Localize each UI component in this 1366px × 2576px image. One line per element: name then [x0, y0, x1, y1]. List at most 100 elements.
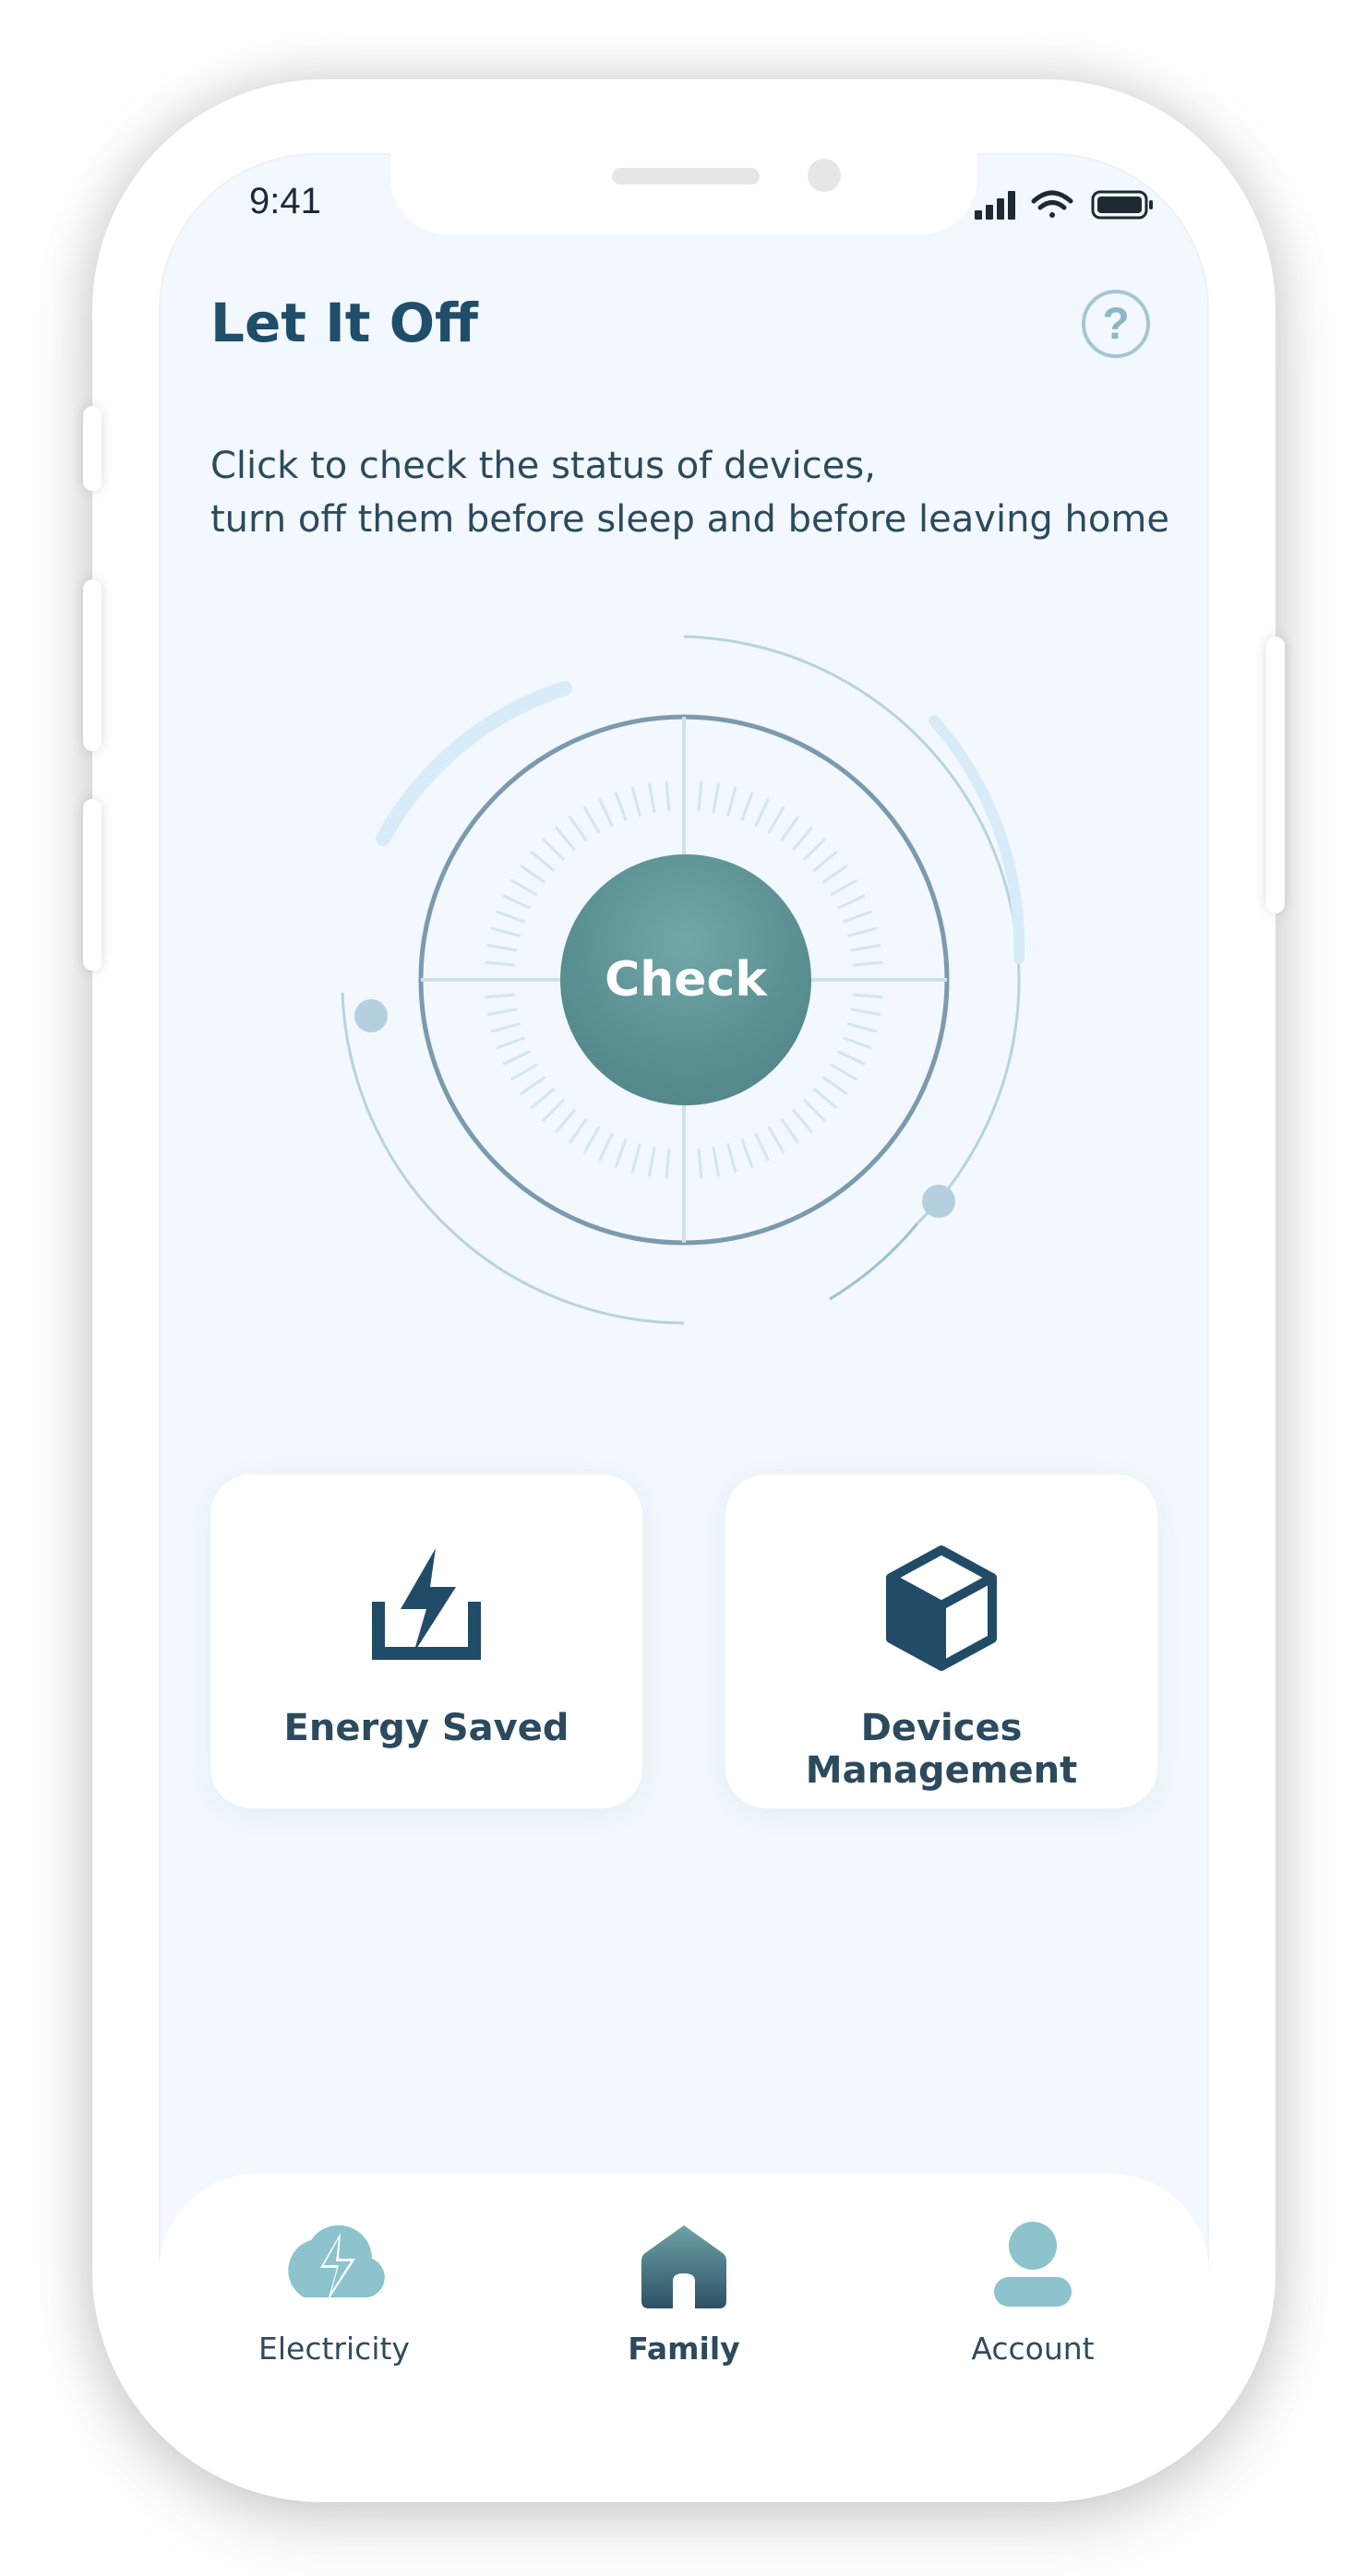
page-title: Let It Off — [210, 292, 478, 354]
page-description: Click to check the status of devices, tu… — [210, 439, 1169, 546]
devices-management-label: Devices Management — [805, 1707, 1078, 1792]
description-line-1: Click to check the status of devices, — [210, 445, 876, 487]
dial-tick — [583, 806, 600, 834]
dial-tick — [614, 1139, 628, 1168]
dial-tick — [490, 926, 521, 937]
dial-tick — [485, 960, 516, 967]
dial-tick — [555, 1109, 576, 1134]
dial-tick — [792, 1109, 813, 1134]
dial-tick — [768, 1126, 785, 1153]
status-time: 9:41 — [249, 181, 321, 221]
help-icon: ? — [1102, 299, 1130, 349]
dial-tick — [598, 1133, 614, 1162]
dial-tick — [726, 1143, 737, 1174]
dial-tick — [502, 894, 531, 910]
dial-tick — [530, 1088, 555, 1109]
dial-tick — [830, 1064, 857, 1080]
dial-tick — [542, 838, 565, 861]
dial-tick — [803, 1099, 826, 1122]
dial-tick — [569, 1118, 588, 1144]
dial-tick — [485, 993, 516, 999]
dial-tick — [803, 838, 826, 861]
dial-tick — [792, 826, 813, 851]
dial-tick — [837, 1050, 866, 1066]
dial-tick — [496, 910, 525, 924]
speaker — [612, 168, 760, 185]
battery-icon — [1091, 190, 1153, 220]
notch — [390, 153, 977, 234]
dial-tick — [569, 816, 588, 841]
dial-tick — [830, 879, 857, 896]
dial-tick — [813, 1088, 838, 1109]
dial-tick — [510, 879, 538, 896]
app-screen: 9:41 Let It Off ? Click to check the sta… — [159, 153, 1209, 2423]
help-button[interactable]: ? — [1082, 290, 1150, 358]
dial-tick — [583, 1126, 600, 1153]
energy-saved-card[interactable]: Energy Saved — [210, 1474, 642, 1808]
description-line-2: turn off them before sleep and before le… — [210, 498, 1169, 541]
tab-account[interactable]: Account — [894, 2174, 1171, 2423]
dial-tick — [614, 792, 628, 821]
power-button — [1266, 637, 1285, 913]
dial-tick — [530, 851, 555, 872]
mute-switch — [83, 406, 102, 491]
dial-tick — [780, 1118, 799, 1144]
dial-tick — [754, 798, 770, 827]
dial-tick — [520, 1076, 545, 1095]
devices-management-card[interactable]: Devices Management — [725, 1474, 1157, 1808]
dial-tick — [822, 865, 848, 884]
dial-tick — [754, 1133, 770, 1162]
dial-marker-left — [354, 999, 388, 1032]
dial-tick — [847, 926, 878, 937]
check-button[interactable]: Check — [560, 854, 811, 1105]
volume-down-button — [83, 799, 102, 971]
dial-tick — [665, 1148, 671, 1179]
tab-account-label: Account — [971, 2331, 1095, 2367]
tab-electricity[interactable]: Electricity — [196, 2174, 473, 2423]
energy-saved-icon — [372, 1548, 481, 1660]
wifi-icon — [1031, 190, 1073, 218]
dial-tick — [486, 1008, 518, 1016]
home-icon — [641, 2225, 726, 2308]
dial-tick — [712, 782, 720, 814]
dial-tick — [697, 1148, 703, 1179]
dial-tick — [502, 1050, 531, 1066]
dial-tick — [837, 894, 866, 910]
dial-tick — [486, 944, 518, 952]
tab-family[interactable]: Family — [545, 2174, 822, 2423]
dial-tick — [555, 826, 576, 851]
dial-tick — [490, 1022, 521, 1033]
box-icon — [886, 1545, 997, 1671]
tab-electricity-label: Electricity — [258, 2331, 410, 2367]
dial-tick — [542, 1099, 565, 1122]
dial-tick — [843, 910, 872, 924]
dial-tick — [813, 851, 838, 872]
energy-saved-label: Energy Saved — [283, 1707, 569, 1749]
highlight-arc-right — [929, 715, 1025, 964]
front-camera — [808, 159, 841, 192]
dial-tick — [665, 781, 671, 812]
dial-tick — [850, 944, 881, 952]
dial-tick — [510, 1064, 538, 1080]
dial-tick — [852, 993, 883, 999]
dial-tick — [852, 960, 883, 967]
dial-tick — [740, 792, 754, 821]
dial-tick — [630, 1143, 641, 1174]
dial-tick — [648, 782, 656, 814]
dial-tick — [843, 1036, 872, 1050]
outer-arc-right-lower — [829, 1222, 919, 1301]
dial-tick — [496, 1036, 525, 1050]
signal-icon — [975, 191, 1015, 220]
tab-family-label: Family — [628, 2331, 740, 2367]
dial-tick — [822, 1076, 848, 1095]
dial-tick — [850, 1008, 881, 1016]
bottom-tab-bar: Electricity Family Account — [159, 2174, 1209, 2423]
dial-tick — [780, 816, 799, 841]
dial-marker-right — [922, 1185, 955, 1218]
user-icon — [994, 2222, 1072, 2307]
dial-tick — [648, 1146, 656, 1177]
dial-tick — [712, 1146, 720, 1177]
dial-tick — [847, 1022, 878, 1033]
dial-tick — [740, 1139, 754, 1168]
dial-tick — [726, 786, 737, 817]
